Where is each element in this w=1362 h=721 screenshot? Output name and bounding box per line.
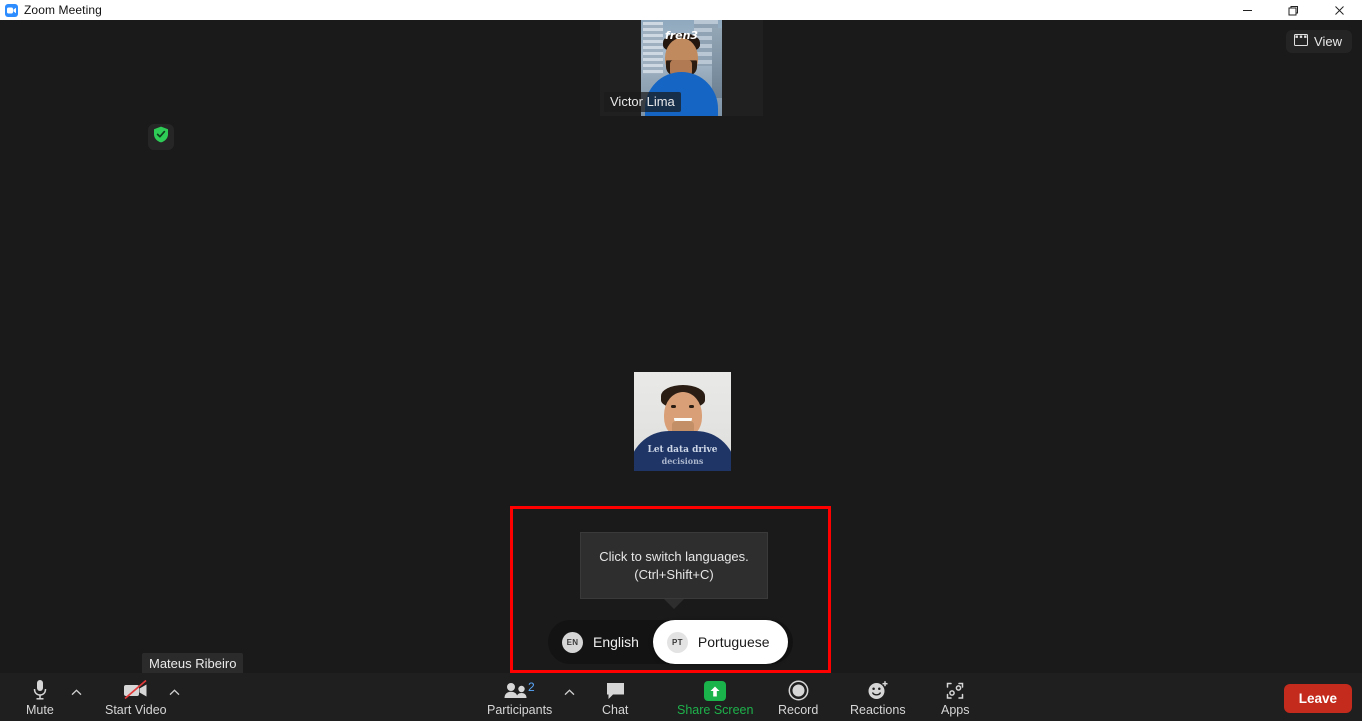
- encryption-shield-badge[interactable]: [148, 124, 174, 150]
- self-view-name-label: Mateus Ribeiro: [142, 653, 244, 675]
- language-badge-en: EN: [562, 631, 583, 653]
- zoom-meeting-window: Zoom Meeting View fren3 Victor Lima Let …: [0, 0, 1362, 721]
- meeting-toolbar: Mute Start Video 2 Participants Chat Sha…: [0, 673, 1362, 721]
- apps-button[interactable]: Apps: [941, 679, 970, 717]
- participant-shirt-text: fren3: [664, 29, 699, 42]
- reactions-label: Reactions: [850, 703, 906, 717]
- language-label-english: English: [593, 634, 639, 650]
- language-option-portuguese[interactable]: PT Portuguese: [652, 620, 788, 664]
- record-label: Record: [778, 703, 819, 717]
- language-option-english[interactable]: EN English: [548, 620, 653, 664]
- apps-label: Apps: [941, 703, 970, 717]
- view-button-label: View: [1314, 34, 1342, 49]
- active-speaker-video: Let data drive decisions: [634, 372, 731, 471]
- video-options-chevron-up-icon[interactable]: [169, 688, 180, 699]
- tooltip-arrow-icon: [664, 599, 684, 609]
- people-icon: 2: [503, 679, 537, 701]
- window-title: Zoom Meeting: [24, 3, 102, 17]
- language-tooltip: Click to switch languages. (Ctrl+Shift+C…: [580, 532, 768, 599]
- mute-button[interactable]: Mute: [26, 679, 54, 717]
- chat-label: Chat: [602, 703, 629, 717]
- microphone-icon: [32, 679, 48, 701]
- record-circle-icon: [788, 679, 809, 701]
- start-video-label: Start Video: [105, 703, 167, 717]
- close-icon[interactable]: [1316, 0, 1362, 20]
- speaker-shirt-text-line1: Let data drive: [647, 445, 718, 455]
- smiley-plus-icon: [867, 679, 889, 701]
- mute-options-chevron-up-icon[interactable]: [71, 688, 82, 699]
- title-bar: Zoom Meeting: [0, 0, 1362, 20]
- language-label-portuguese: Portuguese: [697, 634, 770, 650]
- record-button[interactable]: Record: [778, 679, 818, 717]
- language-switcher[interactable]: EN English PT Portuguese: [548, 620, 793, 664]
- maximize-restore-icon[interactable]: [1270, 0, 1316, 20]
- speaker-shirt-text-line2: decisions: [661, 456, 704, 466]
- participants-options-chevron-up-icon[interactable]: [564, 688, 575, 699]
- title-bar-left: Zoom Meeting: [0, 3, 102, 17]
- green-shield-check-icon: [153, 126, 169, 148]
- tooltip-line-1: Click to switch languages.: [599, 548, 749, 564]
- leave-button[interactable]: Leave: [1283, 684, 1352, 713]
- zoom-camera-icon: [5, 3, 18, 17]
- camera-off-icon: [121, 679, 151, 701]
- svg-text:2: 2: [528, 681, 535, 694]
- apps-frame-icon: [944, 679, 966, 701]
- share-screen-button[interactable]: Share Screen: [677, 679, 753, 717]
- share-arrow-up-icon: [704, 679, 727, 701]
- chat-bubble-icon: [605, 679, 626, 701]
- participants-button[interactable]: 2 Participants: [487, 679, 552, 717]
- reactions-button[interactable]: Reactions: [850, 679, 906, 717]
- grid-layout-icon: [1294, 34, 1309, 49]
- participants-label: Participants: [487, 703, 553, 717]
- participant-name-label: Victor Lima: [604, 92, 681, 112]
- window-controls: [1224, 0, 1362, 20]
- tooltip-line-2: (Ctrl+Shift+C): [634, 566, 714, 582]
- start-video-button[interactable]: Start Video: [105, 679, 167, 717]
- share-screen-label: Share Screen: [677, 703, 754, 717]
- view-button[interactable]: View: [1286, 30, 1352, 53]
- thumbnail-strip: fren3 Victor Lima: [600, 20, 763, 116]
- language-badge-pt: PT: [666, 631, 688, 653]
- participant-thumbnail[interactable]: fren3 Victor Lima: [600, 20, 763, 116]
- chat-button[interactable]: Chat: [602, 679, 628, 717]
- mute-label: Mute: [26, 703, 54, 717]
- minimize-icon[interactable]: [1224, 0, 1270, 20]
